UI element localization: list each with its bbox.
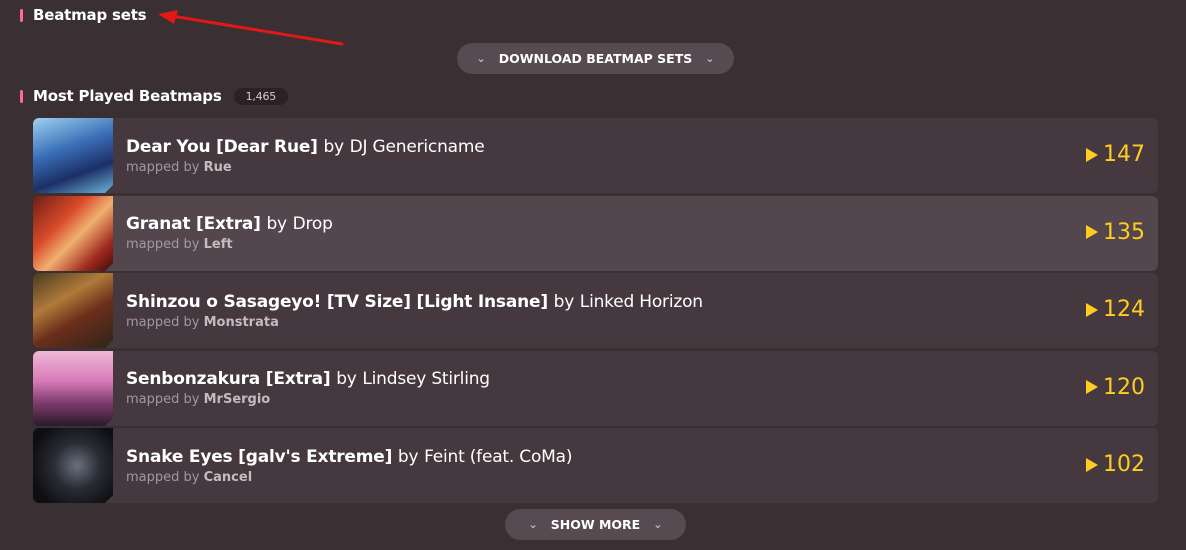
chevron-down-icon: ⌄ bbox=[528, 518, 538, 531]
beatmap-row[interactable]: Senbonzakura [Extra] by Lindsey Stirling… bbox=[33, 350, 1158, 426]
annotation-arrow bbox=[158, 10, 344, 46]
section-title-text: Most Played Beatmaps bbox=[33, 87, 222, 105]
play-icon bbox=[1086, 380, 1098, 394]
play-count: 124 bbox=[1086, 297, 1145, 322]
play-icon bbox=[1086, 457, 1098, 472]
beatmap-cover-image[interactable] bbox=[33, 428, 113, 503]
mapper-link[interactable]: MrSergio bbox=[204, 392, 271, 407]
mapper-link[interactable]: Monstrata bbox=[204, 315, 279, 330]
play-count: 135 bbox=[1086, 220, 1145, 245]
download-button-label: DOWNLOAD BEATMAP SETS bbox=[498, 51, 693, 66]
play-count: 120 bbox=[1086, 375, 1145, 400]
mapper-link[interactable]: Cancel bbox=[204, 470, 253, 485]
most-played-list: Dear You [Dear Rue] by DJ Genericname ma… bbox=[33, 118, 1158, 506]
beatmap-title-link[interactable]: Dear You [Dear Rue] by DJ Genericname bbox=[126, 137, 1158, 157]
beatmap-mapper: mapped by Left bbox=[126, 237, 233, 252]
chevron-down-icon: ⌄ bbox=[653, 518, 663, 531]
beatmap-title-link[interactable]: Shinzou o Sasageyo! [TV Size] [Light Ins… bbox=[126, 292, 1158, 312]
beatmap-mapper: mapped by Cancel bbox=[126, 469, 253, 485]
beatmap-cover-image[interactable] bbox=[33, 350, 113, 426]
mapper-link[interactable]: Left bbox=[204, 237, 233, 252]
play-icon bbox=[1086, 147, 1098, 162]
play-icon bbox=[1086, 225, 1098, 239]
beatmap-row[interactable]: Dear You [Dear Rue] by DJ Genericname ma… bbox=[33, 118, 1158, 193]
section-title-beatmap-sets: Beatmap sets bbox=[20, 6, 147, 24]
beatmap-cover-image[interactable] bbox=[33, 195, 113, 271]
chevron-down-icon: ⌄ bbox=[705, 52, 715, 65]
section-title-most-played: Most Played Beatmaps 1,465 bbox=[20, 87, 289, 105]
beatmap-row[interactable]: Granat [Extra] by Drop mapped by Left 13… bbox=[33, 195, 1158, 271]
count-badge: 1,465 bbox=[233, 87, 289, 105]
section-title-text: Beatmap sets bbox=[33, 6, 147, 24]
beatmap-title-link[interactable]: Senbonzakura [Extra] by Lindsey Stirling bbox=[126, 369, 1158, 389]
beatmap-title-link[interactable]: Snake Eyes [galv's Extreme] by Feint (fe… bbox=[126, 447, 1158, 467]
section-marker-icon bbox=[20, 8, 23, 22]
beatmap-mapper: mapped by MrSergio bbox=[126, 392, 271, 407]
beatmap-title-link[interactable]: Granat [Extra] by Drop bbox=[126, 214, 1158, 234]
chevron-down-icon: ⌄ bbox=[476, 52, 486, 65]
play-count: 147 bbox=[1086, 142, 1145, 167]
beatmap-mapper: mapped by Monstrata bbox=[126, 314, 279, 330]
play-icon bbox=[1086, 302, 1098, 317]
play-count: 102 bbox=[1086, 452, 1145, 477]
mapper-link[interactable]: Rue bbox=[204, 160, 232, 175]
beatmap-row[interactable]: Shinzou o Sasageyo! [TV Size] [Light Ins… bbox=[33, 273, 1158, 348]
beatmap-mapper: mapped by Rue bbox=[126, 159, 232, 175]
show-more-label: SHOW MORE bbox=[550, 517, 641, 532]
beatmap-row[interactable]: Snake Eyes [galv's Extreme] by Feint (fe… bbox=[33, 428, 1158, 503]
beatmap-cover-image[interactable] bbox=[33, 273, 113, 348]
download-beatmap-sets-button[interactable]: ⌄ DOWNLOAD BEATMAP SETS ⌄ bbox=[457, 43, 734, 74]
beatmap-cover-image[interactable] bbox=[33, 118, 113, 193]
show-more-button[interactable]: ⌄ SHOW MORE ⌄ bbox=[505, 509, 686, 540]
section-marker-icon bbox=[20, 89, 23, 103]
